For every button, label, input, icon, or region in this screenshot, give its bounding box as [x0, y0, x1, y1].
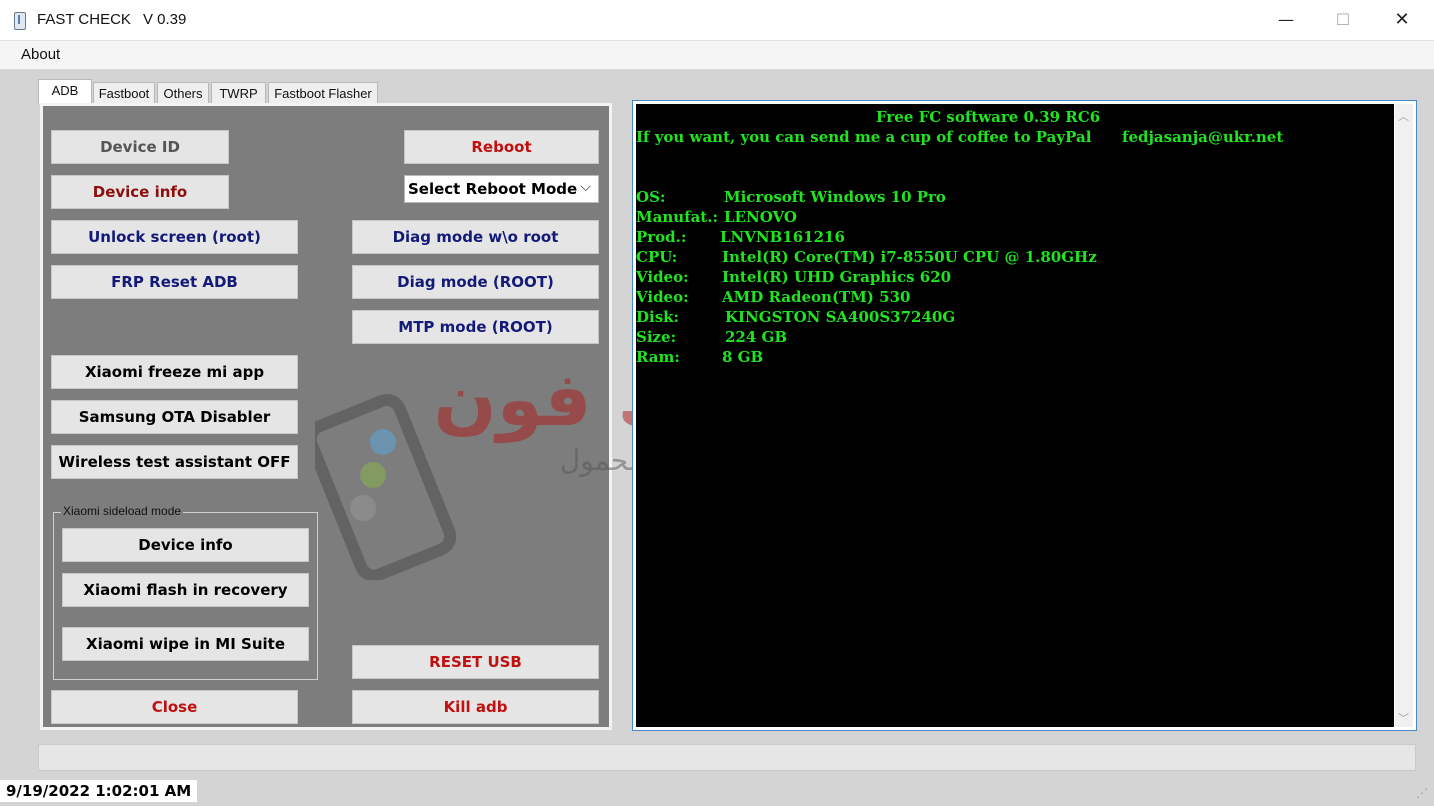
console-row-label: Video: — [636, 288, 689, 306]
device-id-button[interactable]: Device ID — [51, 130, 229, 164]
kill-adb-button[interactable]: Kill adb — [352, 690, 599, 724]
xiaomi-freeze-button[interactable]: Xiaomi freeze mi app — [51, 355, 298, 389]
status-datetime: 9/19/2022 1:02:01 AM — [0, 780, 198, 802]
reboot-button[interactable]: Reboot — [404, 130, 599, 164]
console-header: Free FC software 0.39 RC6 — [876, 108, 1101, 126]
console-output[interactable]: Free FC software 0.39 RC6 If you want, y… — [636, 104, 1394, 727]
chevron-down-icon: ⌵ — [580, 179, 591, 195]
diag-mode-no-root-button[interactable]: Diag mode w\o root — [352, 220, 599, 254]
console-row-label: Size: — [636, 328, 677, 346]
console-row-label: Disk: — [636, 308, 680, 326]
console-row-value: AMD Radeon(TM) 530 — [722, 288, 911, 306]
maximize-icon[interactable]: ☐ — [1314, 0, 1372, 40]
console-row-value: KINGSTON SA400S37240G — [725, 308, 956, 326]
xiaomi-flash-recovery-button[interactable]: Xiaomi flash in recovery — [62, 573, 309, 607]
console-scrollbar[interactable]: ︿ ﹀ — [1395, 104, 1413, 727]
tab-adb[interactable]: ADB — [38, 79, 92, 104]
xiaomi-sideload-group: Xiaomi sideload mode Device info Xiaomi … — [53, 504, 318, 680]
console-row-value: 8 GB — [722, 348, 764, 366]
tab-twrp[interactable]: TWRP — [211, 82, 266, 103]
menu-bar: About — [0, 41, 1434, 70]
console-frame: Free FC software 0.39 RC6 If you want, y… — [632, 100, 1417, 731]
console-row-value: Intel(R) Core(TM) i7-8550U CPU @ 1.80GHz — [722, 248, 1097, 266]
status-bar: 9/19/2022 1:02:01 AM ⋰ — [0, 778, 1434, 806]
diag-mode-root-button[interactable]: Diag mode (ROOT) — [352, 265, 599, 299]
progress-bar — [38, 744, 1416, 771]
unlock-screen-button[interactable]: Unlock screen (root) — [51, 220, 298, 254]
console-row-label: Prod.: — [636, 228, 687, 246]
reset-usb-button[interactable]: RESET USB — [352, 645, 599, 679]
xiaomi-wipe-button[interactable]: Xiaomi wipe in MI Suite — [62, 627, 309, 661]
resize-grip-icon[interactable]: ⋰ — [1416, 786, 1428, 800]
app-window: FAST CHECK V 0.39 — ☐ ✕ About ADB Fastbo… — [0, 0, 1434, 806]
frp-reset-button[interactable]: FRP Reset ADB — [51, 265, 298, 299]
sideload-group-label: Xiaomi sideload mode — [61, 504, 184, 518]
tab-fastboot[interactable]: Fastboot — [93, 82, 155, 103]
console-row-value: LNVNB161216 — [720, 228, 845, 246]
close-button[interactable]: Close — [51, 690, 298, 724]
console-row-value: Intel(R) UHD Graphics 620 — [722, 268, 952, 286]
samsung-ota-button[interactable]: Samsung OTA Disabler — [51, 400, 298, 434]
console-row-value: LENOVO — [724, 208, 797, 226]
app-icon — [14, 12, 26, 30]
tab-fastboot-flasher[interactable]: Fastboot Flasher — [268, 82, 378, 103]
scroll-up-icon[interactable]: ︿ — [1398, 108, 1409, 124]
console-row-label: Ram: — [636, 348, 680, 366]
wireless-test-off-button[interactable]: Wireless test assistant OFF — [51, 445, 298, 479]
console-row-value: 224 GB — [725, 328, 788, 346]
sideload-device-info-button[interactable]: Device info — [62, 528, 309, 562]
window-version: V 0.39 — [143, 11, 187, 28]
scroll-down-icon[interactable]: ﹀ — [1398, 710, 1409, 726]
tab-others[interactable]: Others — [157, 82, 209, 103]
console-coffee-line: If you want, you can send me a cup of co… — [636, 128, 1092, 146]
reboot-mode-select[interactable]: Select Reboot Mode ⌵ — [404, 175, 599, 203]
close-icon[interactable]: ✕ — [1373, 0, 1431, 40]
minimize-icon[interactable]: — — [1257, 0, 1315, 40]
console-email: fedjasanja@ukr.net — [1122, 128, 1284, 146]
title-bar: FAST CHECK V 0.39 — ☐ ✕ — [0, 0, 1434, 41]
console-row-value: Microsoft Windows 10 Pro — [724, 188, 946, 206]
device-info-button[interactable]: Device info — [51, 175, 229, 209]
reboot-mode-value: Select Reboot Mode — [408, 180, 578, 198]
menu-about[interactable]: About — [21, 46, 60, 63]
console-row-label: Video: — [636, 268, 689, 286]
window-title: FAST CHECK — [37, 11, 131, 28]
console-row-label: OS: — [636, 188, 666, 206]
console-row-label: CPU: — [636, 248, 678, 266]
console-row-label: Manufat.: — [636, 208, 718, 226]
